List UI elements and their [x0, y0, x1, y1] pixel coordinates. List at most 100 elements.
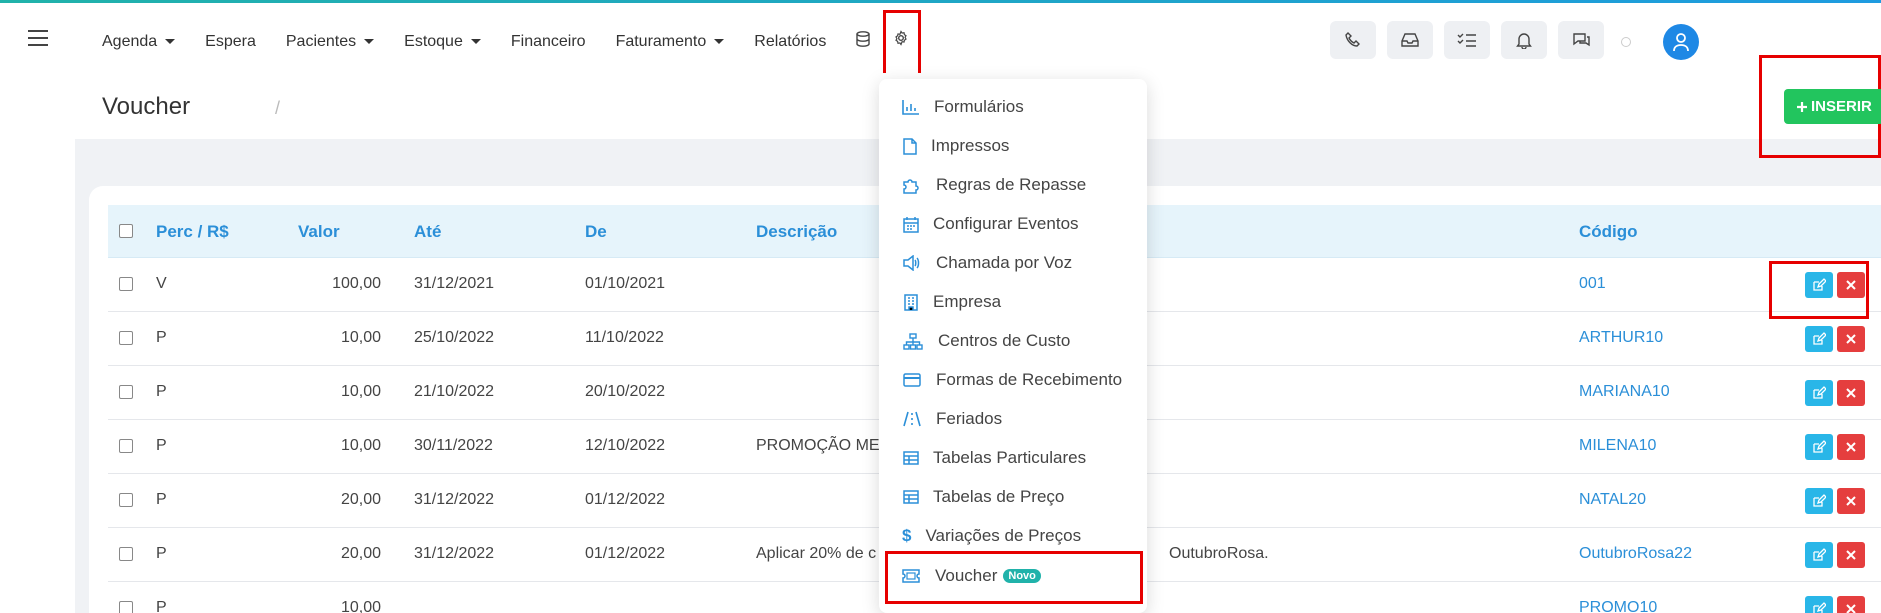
checklist-icon[interactable]	[1444, 21, 1490, 59]
edit-button[interactable]	[1805, 434, 1833, 460]
menu-item-label: Formas de Recebimento	[936, 370, 1123, 389]
row-checkbox[interactable]	[119, 547, 133, 561]
header-tools	[1330, 21, 1615, 59]
column-header-valor[interactable]: Valor	[298, 222, 340, 242]
menu-item-label: Regras de Repasse	[936, 175, 1087, 194]
database-icon[interactable]	[856, 31, 871, 52]
menu-item-label: Chamada por Voz	[936, 253, 1073, 272]
caret-down-icon	[470, 39, 481, 44]
row-checkbox[interactable]	[119, 601, 133, 613]
nav-item-estoque[interactable]: Estoque	[404, 33, 481, 51]
row-checkbox[interactable]	[119, 331, 133, 345]
cell-de: 01/12/2022	[585, 545, 666, 562]
delete-button[interactable]	[1837, 488, 1865, 514]
left-sidebar-strip	[0, 3, 75, 613]
column-header-perc[interactable]: Perc / R$	[156, 222, 229, 242]
inbox-icon[interactable]	[1387, 21, 1433, 59]
menu-item-tabelas-de-preco[interactable]: Tabelas de Preço	[879, 479, 1147, 515]
menu-item-formularios[interactable]: Formulários	[879, 89, 1147, 125]
column-header-ate[interactable]: Até	[414, 222, 441, 242]
row-checkbox[interactable]	[119, 439, 133, 453]
road-icon	[903, 411, 921, 427]
menu-item-empresa[interactable]: Empresa	[879, 284, 1147, 320]
cell-codigo[interactable]: MARIANA10	[1579, 383, 1670, 401]
cell-codigo[interactable]: ARTHUR10	[1579, 329, 1663, 347]
phone-icon[interactable]	[1330, 21, 1376, 59]
hamburger-menu-icon[interactable]	[28, 30, 48, 46]
chat-icon[interactable]	[1558, 21, 1604, 59]
cell-codigo[interactable]: 001	[1579, 275, 1606, 293]
nav-item-label: Relatórios	[754, 32, 827, 50]
nav-item-label: Financeiro	[510, 32, 586, 50]
column-header-descricao[interactable]: Descrição	[756, 222, 837, 242]
nav-item-label: Estoque	[404, 32, 463, 50]
edit-button[interactable]	[1805, 596, 1833, 613]
insert-button[interactable]: INSERIR	[1784, 89, 1881, 124]
row-checkbox[interactable]	[119, 277, 133, 291]
caret-down-icon	[714, 39, 725, 44]
settings-dropdown-menu: Formulários Impressos Regras de Repasse …	[879, 79, 1147, 613]
menu-item-label: Configurar Eventos	[933, 214, 1079, 233]
cell-de: 11/10/2022	[585, 329, 664, 346]
cell-codigo[interactable]: NATAL20	[1579, 491, 1646, 509]
bell-icon[interactable]	[1501, 21, 1547, 59]
edit-button[interactable]	[1805, 380, 1833, 406]
menu-item-variacoes-de-precos[interactable]: $ Variações de Preços	[879, 518, 1147, 554]
column-header-codigo[interactable]: Código	[1579, 222, 1638, 242]
cell-de: 20/10/2022	[585, 383, 666, 400]
gear-icon[interactable]	[893, 30, 909, 51]
menu-item-label: Tabelas Particulares	[933, 448, 1087, 467]
sitemap-icon	[903, 332, 923, 350]
actions-highlight-box	[1769, 261, 1869, 319]
cell-descricao: Aplicar 20% de c	[756, 545, 877, 562]
select-all-checkbox[interactable]	[119, 224, 133, 238]
nav-item-agenda[interactable]: Agenda	[102, 33, 176, 51]
nav-item-espera[interactable]: Espera	[205, 33, 256, 51]
column-header-de[interactable]: De	[585, 222, 607, 242]
menu-item-chamada-por-voz[interactable]: Chamada por Voz	[879, 245, 1147, 281]
menu-item-tabelas-particulares[interactable]: Tabelas Particulares	[879, 440, 1147, 476]
menu-item-impressos[interactable]: Impressos	[879, 128, 1147, 164]
caret-down-icon	[165, 39, 176, 44]
menu-item-configurar-eventos[interactable]: Configurar Eventos	[879, 206, 1147, 242]
user-avatar[interactable]	[1663, 24, 1699, 60]
row-checkbox[interactable]	[119, 493, 133, 507]
cell-perc: P	[156, 491, 167, 508]
cell-codigo[interactable]: OutubroRosa22	[1579, 545, 1692, 563]
row-checkbox[interactable]	[119, 385, 133, 399]
edit-button[interactable]	[1805, 488, 1833, 514]
delete-button[interactable]	[1837, 434, 1865, 460]
nav-item-financeiro[interactable]: Financeiro	[511, 33, 586, 51]
cell-perc: P	[156, 437, 167, 454]
menu-item-label: Variações de Preços	[925, 526, 1082, 545]
menu-item-label: Tabelas de Preço	[933, 487, 1065, 506]
nav-item-relatorios[interactable]: Relatórios	[754, 33, 826, 51]
delete-button[interactable]	[1837, 326, 1865, 352]
delete-button[interactable]	[1837, 380, 1865, 406]
document-icon	[903, 137, 917, 155]
cell-perc: P	[156, 329, 167, 346]
cell-de: 12/10/2022	[585, 437, 666, 454]
menu-item-label: Formulários	[934, 97, 1024, 116]
delete-button[interactable]	[1837, 542, 1865, 568]
close-icon	[1846, 550, 1856, 560]
cell-ate: 31/12/2021	[414, 275, 495, 292]
nav-item-faturamento[interactable]: Faturamento	[616, 33, 725, 51]
main-nav: Agenda Espera Pacientes Estoque Financei…	[102, 31, 896, 52]
edit-button[interactable]	[1805, 326, 1833, 352]
nav-item-pacientes[interactable]: Pacientes	[286, 33, 375, 51]
edit-button[interactable]	[1805, 542, 1833, 568]
page-title: Voucher	[102, 93, 191, 120]
cell-perc: V	[156, 275, 167, 292]
menu-item-centros-de-custo[interactable]: Centros de Custo	[879, 323, 1147, 359]
cell-valor: 100,00	[332, 275, 381, 292]
menu-item-feriados[interactable]: Feriados	[879, 401, 1147, 437]
cell-valor: 10,00	[340, 329, 381, 346]
menu-item-formas-de-recebimento[interactable]: Formas de Recebimento	[879, 362, 1147, 398]
cell-codigo[interactable]: MILENA10	[1579, 437, 1656, 455]
cell-descricao: PROMOÇÃO ME	[756, 437, 880, 454]
menu-item-regras-de-repasse[interactable]: Regras de Repasse	[879, 167, 1147, 203]
menu-item-label: Impressos	[931, 136, 1010, 155]
cell-codigo[interactable]: PROMO10	[1579, 599, 1657, 613]
delete-button[interactable]	[1837, 596, 1865, 613]
